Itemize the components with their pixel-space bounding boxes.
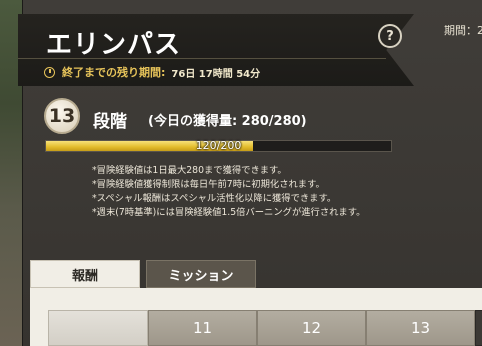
grid-column-next	[475, 310, 482, 346]
note-item: *冒険経験値は1日最大280まで獲得できます。	[92, 165, 287, 176]
exp-progress-bar: 120/200	[45, 139, 392, 152]
stage-label: 段階	[93, 112, 127, 132]
grid-column-11: 11	[148, 310, 257, 346]
page-title: エリンパス	[46, 30, 182, 60]
remaining-time: 終了までの残り期間: 76日 17時間 54分	[44, 64, 260, 80]
tab-mission[interactable]: ミッション	[146, 260, 256, 288]
side-period-label: 期間：2	[444, 24, 482, 37]
level-grid: 11 12 13	[48, 310, 482, 346]
notes-list: *冒険経験値は1日最大280まで獲得できます。 *冒険経験値獲得制限は毎日午前7…	[92, 164, 392, 220]
tab-reward[interactable]: 報酬	[30, 260, 140, 288]
note-item: *冒険経験値獲得制限は毎日午前7時に初期化されます。	[92, 179, 325, 190]
question-icon[interactable]: ?	[378, 24, 402, 48]
exp-progress-text: 120/200	[195, 139, 242, 152]
note-item: *スペシャル報酬はスペシャル活性化以降に獲得できます。	[92, 193, 337, 204]
grid-header-blank	[48, 310, 148, 346]
grid-column-12: 12	[257, 310, 366, 346]
today-earned: (今日の獲得量: 280/280)	[148, 114, 307, 129]
remaining-value: 76日 17時間 54分	[171, 68, 261, 80]
note-item: *週末(7時基準)には冒険経験値1.5倍バーニングが進行されます。	[92, 207, 366, 218]
level-badge: 13	[44, 98, 80, 134]
clock-icon	[44, 66, 55, 78]
grid-column-13: 13	[366, 310, 475, 346]
remaining-label: 終了までの残り期間:	[62, 66, 166, 79]
